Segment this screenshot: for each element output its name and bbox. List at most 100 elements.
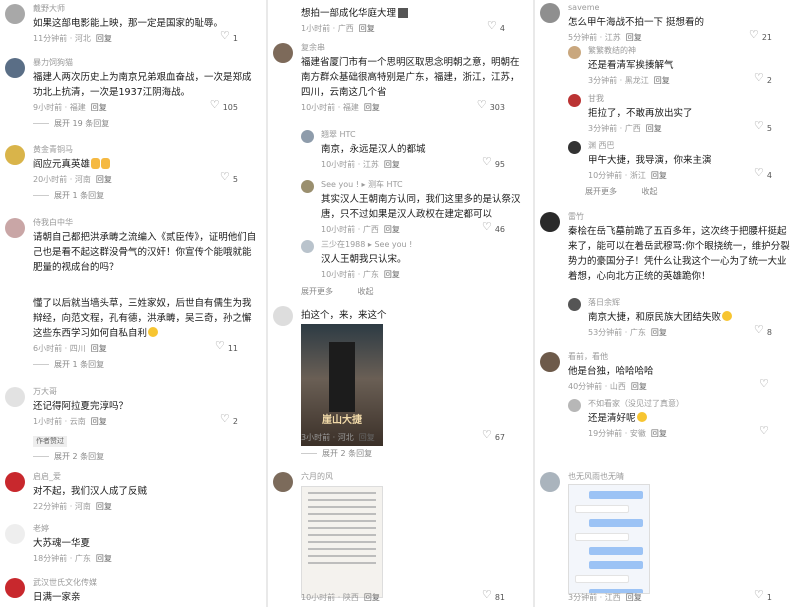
like-button[interactable]: 81 [482,589,505,604]
like-button[interactable]: 67 [482,429,505,444]
like-button[interactable]: 5 [220,171,238,186]
avatar[interactable] [5,145,25,165]
document-screenshot-image[interactable] [301,486,383,598]
username[interactable]: 暴力饲狗猫 [33,58,260,68]
like-button[interactable]: 105 [210,99,238,114]
reply-button[interactable]: 回复 [364,593,380,602]
reply-button[interactable]: 回复 [91,417,107,426]
reply-button[interactable]: 回复 [384,160,400,169]
reply-button[interactable]: 回复 [364,103,380,112]
reply-button[interactable]: 回复 [359,433,375,442]
username[interactable]: 复余串 [301,43,527,53]
username[interactable]: 落日余辉 [588,298,794,308]
reply-button[interactable]: 回复 [626,593,642,602]
username[interactable]: 渊 西巴 [588,141,794,151]
username[interactable]: 翘翠 HTC [321,130,527,140]
avatar[interactable] [5,524,25,544]
reply-button[interactable]: 回复 [651,171,667,180]
avatar[interactable] [273,306,293,326]
reply-button[interactable]: 回复 [384,225,400,234]
like-button[interactable]: 21 [749,29,772,44]
reply-button[interactable]: 回复 [359,24,375,33]
like-button[interactable]: 2 [220,413,238,428]
reply-button[interactable]: 回复 [91,344,107,353]
reply-button[interactable]: 回复 [654,76,670,85]
expand-replies-button[interactable]: 展开 2 条回复 [33,451,260,463]
username[interactable]: 也无风雨也无晴 [568,472,794,482]
like-button[interactable]: 303 [477,99,505,114]
username[interactable]: 不如看家（没见过了真意） [588,399,794,409]
avatar[interactable] [5,218,25,238]
avatar[interactable] [301,130,314,143]
avatar[interactable] [5,578,25,598]
like-button[interactable]: 8 [754,324,772,339]
like-button[interactable]: 11 [215,340,238,355]
reply-button[interactable]: 回复 [96,175,112,184]
comment-column-middle[interactable]: 想拍一部成化华庭大理 1小时前 · 广西回复 4 复余串 福建省厦门市有一个思明… [268,0,533,607]
like-button[interactable] [759,425,772,440]
reply-button[interactable]: 回复 [651,429,667,438]
avatar[interactable] [540,472,560,492]
avatar[interactable] [568,399,581,412]
expand-replies-button[interactable]: 展开 1 条回复 [33,190,260,202]
collapse-button[interactable]: 收起 [358,287,374,296]
movie-poster-image[interactable]: 崖山大捷 [301,324,383,446]
expand-replies-button[interactable]: 展开 19 条回复 [33,118,260,130]
reply-button[interactable]: 回复 [626,33,642,42]
avatar[interactable] [5,472,25,492]
username[interactable]: saveme [568,3,794,13]
avatar[interactable] [568,94,581,107]
avatar[interactable] [301,180,314,193]
like-button[interactable]: 5 [754,120,772,135]
reply-button[interactable]: 回复 [646,124,662,133]
like-button[interactable]: 1 [220,30,238,45]
username[interactable]: 雷竹 [568,212,794,222]
like-button[interactable]: 4 [754,167,772,182]
username[interactable]: 繁繁教结的神 [588,46,794,56]
expand-more-button[interactable]: 展开更多 [301,287,333,296]
username[interactable]: 戴野大师 [33,4,260,14]
username[interactable]: 万大哥 [33,387,260,397]
comment-column-left[interactable]: 戴野大师 如果这部电影能上映，那一定是国家的耻辱。 11分钟前 · 河北回复 1… [0,0,266,607]
chat-screenshot-image[interactable] [568,484,650,594]
expand-replies-button[interactable]: 展开 1 条回复 [33,359,260,371]
username[interactable]: 三少在1988 ▸ See you ! [321,240,527,250]
username[interactable]: 侍我白中华 [33,218,260,228]
like-button[interactable] [759,378,772,393]
username[interactable]: 启启_爱 [33,472,260,482]
username[interactable]: 武汉世氏文化传媒 [33,578,260,588]
reply-button[interactable]: 回复 [384,270,400,279]
like-button[interactable]: 95 [482,156,505,171]
avatar[interactable] [273,43,293,63]
avatar[interactable] [540,3,560,23]
avatar[interactable] [568,141,581,154]
username[interactable]: 黄金青铜马 [33,145,260,155]
reply-button[interactable]: 回复 [91,103,107,112]
avatar[interactable] [5,4,25,24]
username[interactable]: See you ! ▸ 测车 HTC [321,180,527,190]
comment-column-right[interactable]: saveme 怎么甲午海战不拍一下 挺想看的 5分钟前 · 江苏回复 21 繁繁… [535,0,800,607]
like-button[interactable]: 1 [754,589,772,604]
username[interactable]: 甘我 [588,94,794,104]
avatar[interactable] [568,298,581,311]
username[interactable]: 看前，看他 [568,352,794,362]
avatar[interactable] [540,212,560,232]
reply-button[interactable]: 回复 [651,328,667,337]
avatar[interactable] [273,472,293,492]
reply-button[interactable]: 回复 [96,554,112,563]
username[interactable]: 六月的风 [301,472,527,482]
avatar[interactable] [5,387,25,407]
like-button[interactable]: 4 [487,20,505,35]
collapse-button[interactable]: 收起 [642,187,658,196]
reply-button[interactable]: 回复 [96,502,112,511]
like-button[interactable]: 2 [754,72,772,87]
expand-replies-button[interactable]: 展开 2 条回复 [301,448,527,460]
avatar[interactable] [301,240,314,253]
avatar[interactable] [540,352,560,372]
expand-more-button[interactable]: 展开更多 [585,187,617,196]
reply-button[interactable]: 回复 [631,382,647,391]
username[interactable]: 老婷 [33,524,260,534]
like-button[interactable]: 46 [482,221,505,236]
avatar[interactable] [5,58,25,78]
avatar[interactable] [568,46,581,59]
